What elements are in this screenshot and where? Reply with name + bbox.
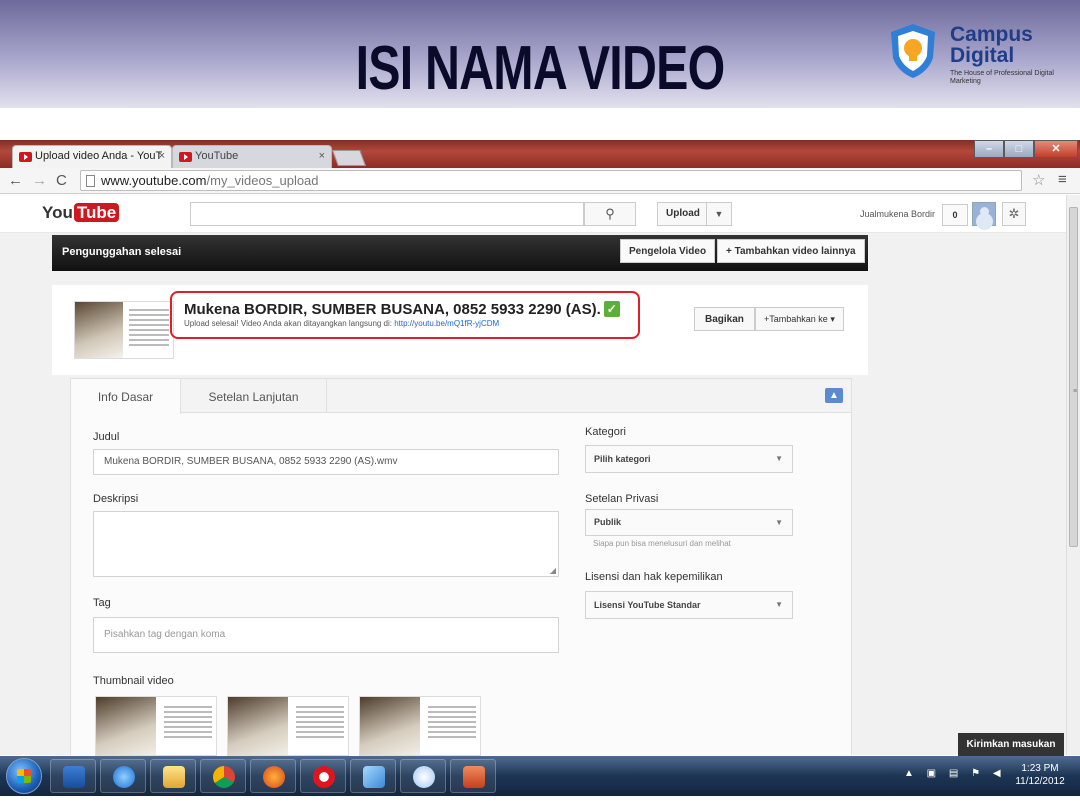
close-tab-icon[interactable]: × <box>319 150 325 162</box>
clock-date: 11/12/2012 <box>1015 776 1065 787</box>
search-input[interactable] <box>190 202 584 226</box>
title-label: Judul <box>93 431 120 443</box>
internet-explorer-icon[interactable] <box>100 759 146 793</box>
shield-logo-icon <box>891 24 935 78</box>
file-explorer-icon[interactable] <box>150 759 196 793</box>
system-tray-icons[interactable]: ▲ ▣ ▤ ⚑ ◀ <box>904 768 1006 779</box>
gear-icon[interactable]: ✲ <box>1002 202 1026 226</box>
license-select[interactable]: Lisensi YouTube Standar ▼ <box>585 591 793 619</box>
upload-icon[interactable]: ▲ <box>825 388 843 403</box>
slide-title: ISI NAMA VIDEO <box>355 34 726 103</box>
chevron-down-icon: ▼ <box>775 454 783 463</box>
tag-input[interactable]: Pisahkan tag dengan koma <box>93 617 559 653</box>
back-arrow-icon[interactable]: ← <box>8 172 23 189</box>
close-window-button[interactable]: ✕ <box>1034 140 1078 158</box>
window-controls: – □ ✕ <box>974 140 1078 160</box>
youtube-logo[interactable]: You Tube <box>42 203 120 223</box>
slide-header: ISI NAMA VIDEO Campus Digital The House … <box>0 0 1080 108</box>
resize-handle-icon[interactable]: ◢ <box>550 566 556 575</box>
search-button[interactable]: ⚲ <box>584 202 636 226</box>
firefox-icon[interactable] <box>250 759 296 793</box>
thumbnail-option[interactable] <box>95 696 217 756</box>
privacy-select[interactable]: Publik ▼ <box>585 509 793 536</box>
browser-tab-bar: Upload video Anda - YouT × YouTube × – □… <box>0 140 1080 168</box>
chrome-icon[interactable] <box>200 759 246 793</box>
opera-icon[interactable] <box>300 759 346 793</box>
title-input[interactable]: Mukena BORDIR, SUMBER BUSANA, 0852 5933 … <box>93 449 559 475</box>
address-bar[interactable]: www.youtube.com/my_videos_upload <box>80 170 1022 191</box>
media-player-icon[interactable] <box>50 759 96 793</box>
tab-upload-video[interactable]: Upload video Anda - YouT × <box>12 145 172 168</box>
add-to-button[interactable]: +Tambahkan ke ▾ <box>755 307 844 331</box>
scrollbar-thumb[interactable]: ≡ <box>1069 207 1078 547</box>
page-scrollbar[interactable]: ≡ <box>1066 195 1080 755</box>
windows-taskbar: ▲ ▣ ▤ ⚑ ◀ 1:23 PM 11/12/2012 <box>0 756 1080 796</box>
powerpoint-icon[interactable] <box>450 759 496 793</box>
youtube-page: You Tube ⚲ Upload ▼ Jualmukena Bordir 0 ✲… <box>0 195 1066 755</box>
youtube-favicon-icon <box>179 152 192 162</box>
chevron-down-icon: ▾ <box>830 314 835 324</box>
category-label: Kategori <box>585 426 626 438</box>
send-feedback-button[interactable]: Kirimkan masukan <box>958 733 1064 757</box>
video-manager-button[interactable]: Pengelola Video <box>620 239 716 263</box>
brand-tagline: The House of Professional Digital Market… <box>950 70 1054 85</box>
description-textarea[interactable]: ◢ <box>93 511 559 577</box>
browser-toolbar: ← → C www.youtube.com/my_videos_upload ☆… <box>0 168 1080 194</box>
reload-icon[interactable]: C <box>56 172 67 189</box>
thumbnail-label: Thumbnail video <box>93 675 174 687</box>
share-button[interactable]: Bagikan <box>694 307 755 331</box>
video-thumbnail <box>74 301 174 359</box>
url-host: www.youtube.com <box>101 173 207 188</box>
brand-name-line1: Campus <box>950 23 1033 46</box>
chrome-menu-icon[interactable]: ≡ <box>1058 171 1067 188</box>
privacy-hint: Siapa pun bisa menelusuri dan melihat <box>593 539 731 548</box>
avatar[interactable] <box>972 202 996 226</box>
thumbnail-option[interactable] <box>227 696 349 756</box>
new-tab-button[interactable] <box>332 150 366 166</box>
upload-complete-bar: Pengunggahan selesai Pengelola Video + T… <box>52 235 868 271</box>
upload-menu-chevron-icon[interactable]: ▼ <box>706 202 732 226</box>
url-path: /my_videos_upload <box>206 173 319 188</box>
privacy-label: Setelan Privasi <box>585 493 659 505</box>
paint-icon[interactable] <box>400 759 446 793</box>
license-label: Lisensi dan hak kepemilikan <box>585 571 723 583</box>
close-tab-icon[interactable]: × <box>159 150 165 162</box>
uploaded-video-card: Mukena BORDIR, SUMBER BUSANA, 0852 5933 … <box>52 285 868 375</box>
tag-label: Tag <box>93 597 111 609</box>
brand-name-line2: Digital <box>950 44 1015 67</box>
bottom-margin <box>0 796 1080 810</box>
minimize-button[interactable]: – <box>974 140 1004 158</box>
upload-button[interactable]: Upload <box>657 202 709 226</box>
page-icon <box>86 175 95 187</box>
search-icon: ⚲ <box>605 206 615 221</box>
highlight-annotation <box>170 291 640 339</box>
maximize-button[interactable]: □ <box>1004 140 1034 158</box>
tab-label: Upload video Anda - YouT <box>35 150 163 162</box>
thumbnail-option[interactable] <box>359 696 481 756</box>
bookmark-star-icon[interactable]: ☆ <box>1032 171 1045 189</box>
clock-time: 1:23 PM <box>1021 763 1059 774</box>
youtube-favicon-icon <box>19 152 32 162</box>
form-tabs: Info Dasar Setelan Lanjutan ▲ <box>71 379 851 414</box>
add-more-videos-button[interactable]: + Tambahkan video lainnya <box>717 239 865 263</box>
user-name[interactable]: Jualmukena Bordir <box>860 209 935 219</box>
taskbar-clock[interactable]: 1:23 PM 11/12/2012 <box>1008 762 1072 788</box>
tab-advanced-settings[interactable]: Setelan Lanjutan <box>181 379 327 413</box>
tab-youtube[interactable]: YouTube × <box>172 145 332 168</box>
chevron-down-icon: ▼ <box>775 600 783 609</box>
chevron-down-icon: ▼ <box>775 518 783 527</box>
tab-label: YouTube <box>195 150 239 162</box>
app-icon[interactable] <box>350 759 396 793</box>
forward-arrow-icon[interactable]: → <box>32 172 47 189</box>
description-label: Deskripsi <box>93 493 139 505</box>
category-select[interactable]: Pilih kategori ▼ <box>585 445 793 473</box>
notification-count-badge[interactable]: 0 <box>942 204 968 226</box>
start-button[interactable] <box>6 758 42 794</box>
brand-logo: Campus Digital The House of Professional… <box>888 18 1068 88</box>
upload-complete-title: Pengunggahan selesai <box>62 246 182 258</box>
tab-basic-info[interactable]: Info Dasar <box>71 379 181 414</box>
youtube-masthead: You Tube ⚲ Upload ▼ Jualmukena Bordir 0 ✲ <box>0 195 1066 233</box>
